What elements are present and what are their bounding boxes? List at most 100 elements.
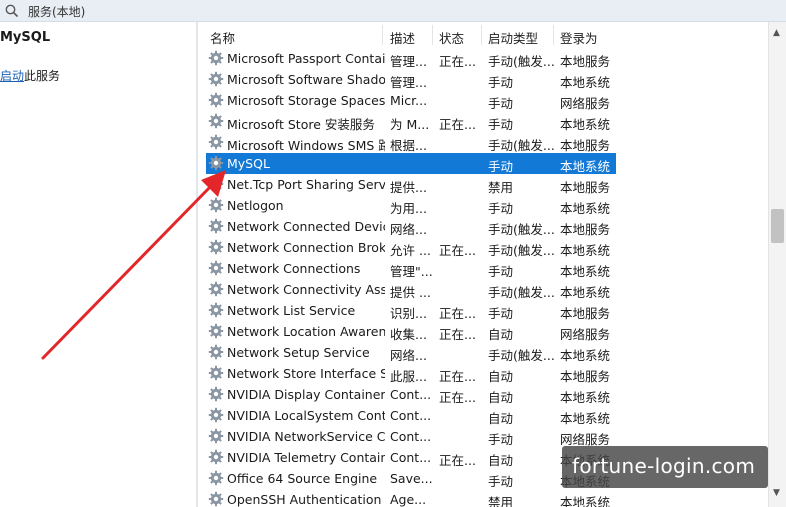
table-row[interactable]: Network Connectivity Assis... 提供 ... 手动(…	[206, 279, 616, 300]
table-row[interactable]: Microsoft Passport Container 管理... 正在...…	[206, 48, 616, 69]
service-name: Microsoft Store 安装服务	[227, 117, 375, 132]
column-separator[interactable]	[382, 25, 383, 45]
service-description: Cont...	[390, 387, 432, 402]
service-log-on-as: 本地服务	[560, 222, 611, 237]
service-log-on-as: 本地服务	[560, 180, 611, 195]
table-row[interactable]: Microsoft Storage Spaces S... Micr... 手动…	[206, 90, 616, 111]
column-separator[interactable]	[553, 25, 554, 45]
scroll-up-icon[interactable]: ▲	[773, 28, 780, 38]
service-name: Network Location Awarene...	[227, 324, 385, 339]
gear-icon	[208, 92, 224, 108]
service-log-on-as: 本地系统	[560, 390, 611, 405]
table-row[interactable]: Microsoft Software Shado... 管理... 手动 本地系…	[206, 69, 616, 90]
service-startup-type: 自动	[488, 327, 514, 342]
table-row[interactable]: Office 64 Source Engine Save... 手动 本地系统	[206, 468, 616, 489]
table-row[interactable]: Network Store Interface Se... 此服... 正在..…	[206, 363, 616, 384]
column-header-startup-type[interactable]: 启动类型	[488, 28, 538, 47]
service-name: Net.Tcp Port Sharing Service	[227, 177, 385, 192]
service-log-on-as: 本地服务	[560, 138, 611, 153]
service-startup-type: 手动(触发...	[488, 348, 554, 363]
table-row[interactable]: Microsoft Windows SMS 路... 根据... 手动(触发..…	[206, 132, 616, 153]
gear-icon	[208, 302, 224, 318]
service-log-on-as: 本地系统	[560, 348, 611, 363]
table-row[interactable]: NVIDIA LocalSystem Conta... Cont... 自动 本…	[206, 405, 616, 426]
service-startup-type: 手动	[488, 201, 514, 216]
gear-icon	[208, 155, 224, 171]
service-name: Network Connections	[227, 261, 361, 276]
gear-icon	[208, 260, 224, 276]
service-name: Microsoft Software Shado...	[227, 72, 385, 87]
window-title: 服务(本地)	[28, 5, 86, 19]
table-row[interactable]: Net.Tcp Port Sharing Service 提供... 禁用 本地…	[206, 174, 616, 195]
table-row[interactable]: Network Location Awarene... 收集... 正在... …	[206, 321, 616, 342]
service-name: MySQL	[227, 156, 270, 171]
table-row[interactable]: NVIDIA Telemetry Container Cont... 正在...…	[206, 447, 616, 468]
service-log-on-as: 本地系统	[560, 75, 611, 90]
window-title-bar: 服务(本地)	[0, 0, 786, 22]
table-row[interactable]: NVIDIA Display Container LS Cont... 正在..…	[206, 384, 616, 405]
table-row[interactable]: Netlogon 为用... 手动 本地系统	[206, 195, 616, 216]
service-startup-type: 自动	[488, 453, 514, 468]
service-startup-type: 手动(触发...	[488, 138, 554, 153]
service-description: Micr...	[390, 93, 428, 108]
search-icon	[5, 4, 19, 18]
gear-icon	[208, 281, 224, 297]
service-name: NVIDIA Telemetry Container	[227, 450, 385, 465]
service-description: 提供 ...	[390, 285, 431, 300]
service-log-on-as: 本地系统	[560, 201, 611, 216]
service-log-on-as: 本地系统	[560, 264, 611, 279]
table-row[interactable]: Microsoft Store 安装服务 为 M... 正在... 手动 本地系…	[206, 111, 616, 132]
table-row[interactable]: Network List Service 识别... 正在... 手动 本地服务	[206, 300, 616, 321]
vertical-scrollbar[interactable]: ▲ ▼	[768, 22, 786, 507]
service-status: 正在...	[439, 54, 476, 69]
scroll-down-icon[interactable]: ▼	[773, 488, 780, 498]
column-separator[interactable]	[481, 25, 482, 45]
table-row[interactable]: Network Connected Devic... 网络... 手动(触发..…	[206, 216, 616, 237]
gear-icon	[208, 50, 224, 66]
gear-icon	[208, 470, 224, 486]
list-header: 名称 描述 状态 启动类型 登录为	[198, 22, 768, 48]
service-log-on-as: 本地服务	[560, 369, 611, 384]
service-description: Save...	[390, 471, 433, 486]
services-list[interactable]: 名称 描述 状态 启动类型 登录为 Microsoft Passport Con…	[198, 22, 768, 507]
service-startup-type: 手动(触发...	[488, 285, 554, 300]
service-startup-type: 手动	[488, 264, 514, 279]
service-description: 识别...	[390, 306, 427, 321]
service-startup-type: 手动	[488, 159, 514, 174]
service-name: Network Store Interface Se...	[227, 366, 385, 381]
column-header-log-on-as[interactable]: 登录为	[560, 28, 598, 47]
table-row[interactable]: Network Connection Broker 允许 ... 正在... 手…	[206, 237, 616, 258]
gear-icon	[208, 407, 224, 423]
service-log-on-as: 本地系统	[560, 159, 611, 174]
service-startup-type: 手动	[488, 474, 514, 489]
service-name: NVIDIA Display Container LS	[227, 387, 385, 402]
start-service-suffix: 此服务	[24, 69, 61, 83]
column-header-description[interactable]: 描述	[390, 28, 415, 47]
table-row[interactable]: OpenSSH Authentication ... Age... 禁用 本地系…	[206, 489, 616, 507]
service-startup-type: 手动	[488, 306, 514, 321]
column-separator[interactable]	[432, 25, 433, 45]
table-row[interactable]: NVIDIA NetworkService C... Cont... 手动 网络…	[206, 426, 616, 447]
start-service-link[interactable]: 启动	[0, 69, 24, 83]
gear-icon	[208, 491, 224, 507]
service-description: Cont...	[390, 429, 432, 444]
column-header-status[interactable]: 状态	[439, 28, 464, 47]
service-name: Netlogon	[227, 198, 284, 213]
service-startup-type: 自动	[488, 390, 514, 405]
gear-icon	[208, 218, 224, 234]
gear-icon	[208, 239, 224, 255]
service-startup-type: 手动(触发...	[488, 222, 554, 237]
gear-icon	[208, 323, 224, 339]
table-row[interactable]: MySQL 手动 本地系统	[206, 153, 616, 174]
service-description: 网络...	[390, 222, 427, 237]
scrollbar-thumb[interactable]	[771, 209, 784, 243]
gear-icon	[208, 113, 224, 129]
column-header-name[interactable]: 名称	[210, 28, 235, 47]
table-row[interactable]: Network Connections 管理"... 手动 本地系统	[206, 258, 616, 279]
service-description: 为 M...	[390, 117, 430, 132]
table-row[interactable]: Network Setup Service 网络... 手动(触发... 本地系…	[206, 342, 616, 363]
gear-icon	[208, 344, 224, 360]
service-name: Network Connected Devic...	[227, 219, 385, 234]
service-name: Office 64 Source Engine	[227, 471, 378, 486]
service-description: 管理...	[390, 54, 427, 69]
